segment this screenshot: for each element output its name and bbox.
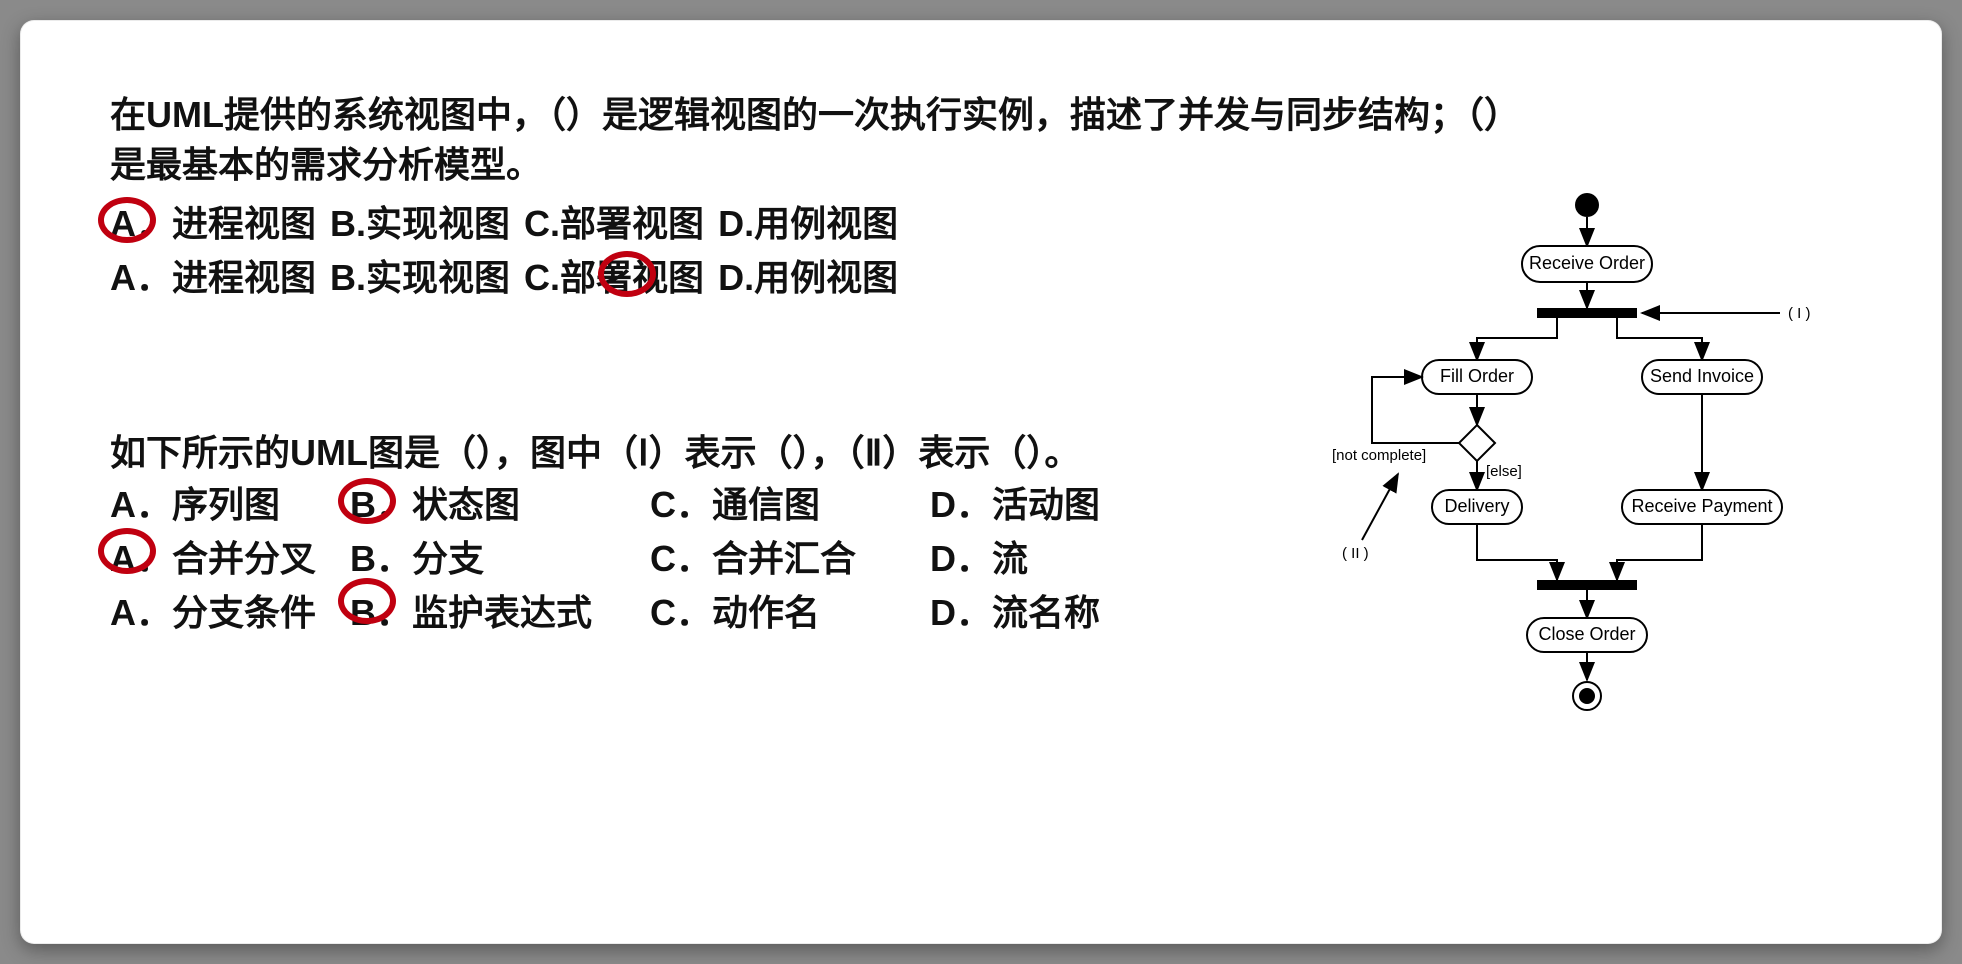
- q2-r1-D: D．活动图: [930, 480, 1190, 530]
- q1-r2-B: B.实现视图: [330, 257, 510, 298]
- activity-receive-order-label: Receive Order: [1529, 253, 1645, 273]
- q1-r1-C: C.部署视图: [524, 203, 704, 244]
- decision-node-icon: [1459, 425, 1495, 461]
- join-bar: [1537, 580, 1637, 590]
- initial-node-icon: [1575, 193, 1599, 217]
- activity-delivery-label: Delivery: [1444, 496, 1509, 516]
- activity-receive-payment-label: Receive Payment: [1631, 496, 1772, 516]
- fork-bar: [1537, 308, 1637, 318]
- flow-arrow: [1617, 318, 1702, 360]
- guard-not-complete: [not complete]: [1332, 447, 1426, 464]
- annotation-label-i: ( I ): [1788, 305, 1811, 322]
- q1-r2-C: C.部署视图: [524, 257, 704, 298]
- q1-r1-B: B.实现视图: [330, 203, 510, 244]
- q2-r1-C: C．通信图: [650, 480, 930, 530]
- q2-r2-D: D．流: [930, 534, 1190, 584]
- q1-r2-D: D.用例视图: [718, 257, 898, 298]
- guard-else: [else]: [1486, 463, 1522, 480]
- annotation-arrow-ii: [1362, 474, 1398, 540]
- annotation-label-ii: ( II ): [1342, 545, 1369, 562]
- q1-r1-A: A．进程视图: [110, 203, 316, 244]
- uml-activity-diagram: Receive Order ( I ) Fill Order Send Invo…: [1302, 180, 1862, 740]
- flow-arrow: [1477, 524, 1557, 580]
- q2-r2-A: A．合并分叉: [110, 534, 350, 584]
- slide-card: 在UML提供的系统视图中，（）是逻辑视图的一次执行实例，描述了并发与同步结构；（…: [20, 20, 1942, 944]
- q2-r3-A: A．分支条件: [110, 588, 350, 638]
- q2-r3-D: D．流名称: [930, 588, 1190, 638]
- page-root: 在UML提供的系统视图中，（）是逻辑视图的一次执行实例，描述了并发与同步结构；（…: [0, 0, 1962, 964]
- flow-arrow: [1617, 524, 1702, 580]
- flow-arrow: [1477, 318, 1557, 360]
- activity-send-invoice-label: Send Invoice: [1650, 366, 1754, 386]
- q2-r3-C: C．动作名: [650, 588, 930, 638]
- q2-r1-A: A．序列图: [110, 480, 350, 530]
- q1-stem: 在UML提供的系统视图中，（）是逻辑视图的一次执行实例，描述了并发与同步结构；（…: [110, 90, 1530, 191]
- q2-stem: 如下所示的UML图是（），图中（Ⅰ）表示（），（Ⅱ）表示（）。: [110, 424, 1150, 476]
- q2-r2-C: C．合并汇合: [650, 534, 930, 584]
- q2-r3-B: B．监护表达式: [350, 588, 650, 638]
- q2-r1-B: B．状态图: [350, 480, 650, 530]
- q1-r2-A: A．进程视图: [110, 257, 316, 298]
- activity-close-order-label: Close Order: [1538, 624, 1635, 644]
- q1-r1-D: D.用例视图: [718, 203, 898, 244]
- final-node-dot-icon: [1579, 688, 1595, 704]
- activity-fill-order-label: Fill Order: [1440, 366, 1514, 386]
- q2-r2-B: B．分支: [350, 534, 650, 584]
